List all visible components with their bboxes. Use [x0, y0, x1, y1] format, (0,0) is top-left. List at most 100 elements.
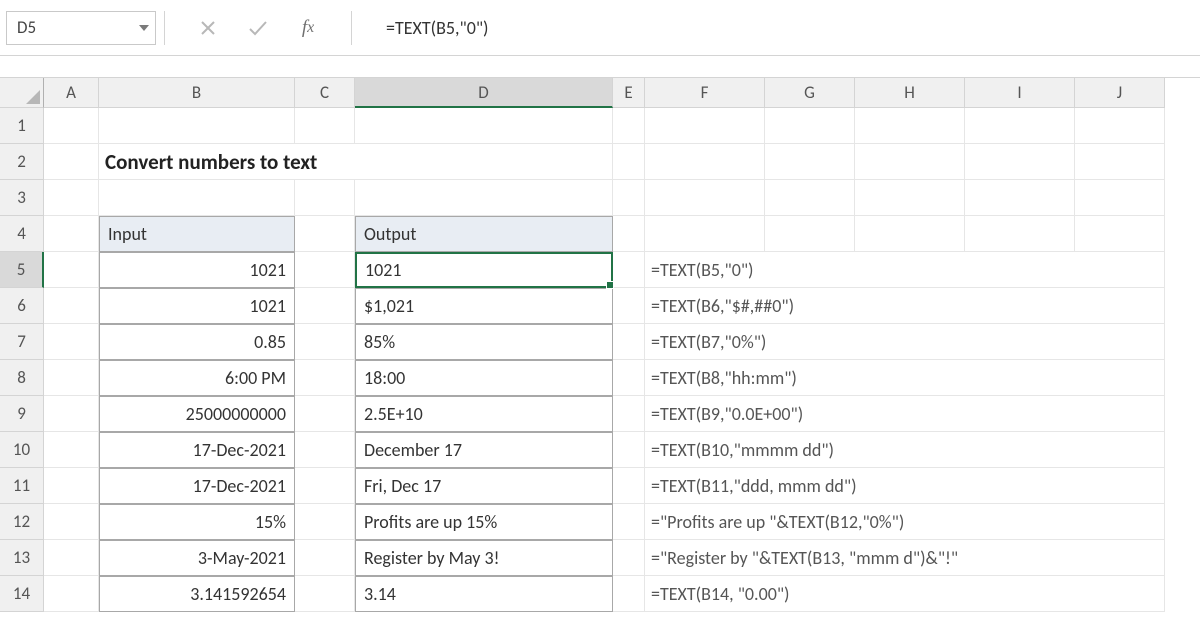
- cell[interactable]: [295, 288, 355, 324]
- cell-input[interactable]: 17-Dec-2021: [99, 468, 295, 504]
- cell[interactable]: [295, 468, 355, 504]
- cell-output[interactable]: Register by May 3!: [355, 540, 613, 576]
- cell[interactable]: [295, 396, 355, 432]
- cell[interactable]: [613, 504, 645, 540]
- cell[interactable]: [645, 108, 765, 144]
- cell[interactable]: [295, 540, 355, 576]
- row-header-2[interactable]: 2: [0, 144, 44, 180]
- cell[interactable]: [295, 324, 355, 360]
- col-header-J[interactable]: J: [1075, 78, 1165, 108]
- cell-output[interactable]: $1,021: [355, 288, 613, 324]
- cell[interactable]: [645, 180, 765, 216]
- row-header-4[interactable]: 4: [0, 216, 44, 252]
- col-header-G[interactable]: G: [765, 78, 855, 108]
- cell[interactable]: [613, 252, 645, 288]
- cell[interactable]: [44, 324, 99, 360]
- cell-input[interactable]: 17-Dec-2021: [99, 432, 295, 468]
- col-header-D[interactable]: D: [355, 78, 613, 108]
- cell[interactable]: [645, 144, 765, 180]
- cell-formula[interactable]: ="Register by "&TEXT(B13, "mmm d")&"!": [645, 540, 1165, 576]
- cell[interactable]: [965, 216, 1075, 252]
- cell-output[interactable]: Fri, Dec 17: [355, 468, 613, 504]
- cell-formula[interactable]: =TEXT(B10,"mmmm dd"): [645, 432, 1165, 468]
- cell-input[interactable]: 1021: [99, 288, 295, 324]
- row-header-9[interactable]: 9: [0, 396, 44, 432]
- cell-output[interactable]: 3.14: [355, 576, 613, 612]
- cell[interactable]: [99, 108, 295, 144]
- col-header-A[interactable]: A: [44, 78, 99, 108]
- row-header-5[interactable]: 5: [0, 252, 44, 288]
- formula-input[interactable]: =TEXT(B5,"0"): [360, 17, 1194, 39]
- cell-output[interactable]: Profits are up 15%: [355, 504, 613, 540]
- cell[interactable]: [295, 360, 355, 396]
- cell[interactable]: [295, 576, 355, 612]
- col-header-B[interactable]: B: [99, 78, 295, 108]
- cell[interactable]: [765, 180, 855, 216]
- cell[interactable]: [99, 180, 295, 216]
- table-header-output[interactable]: Output: [355, 216, 613, 252]
- cell[interactable]: [965, 180, 1075, 216]
- cell[interactable]: [44, 144, 99, 180]
- row-header-11[interactable]: 11: [0, 468, 44, 504]
- cell[interactable]: [965, 108, 1075, 144]
- cell[interactable]: [355, 180, 613, 216]
- cell[interactable]: [295, 216, 355, 252]
- cell[interactable]: [855, 180, 965, 216]
- col-header-H[interactable]: H: [855, 78, 965, 108]
- cell-output[interactable]: 85%: [355, 324, 613, 360]
- cell-output[interactable]: December 17: [355, 432, 613, 468]
- cell[interactable]: [613, 180, 645, 216]
- cell[interactable]: [295, 108, 355, 144]
- select-all-corner[interactable]: [0, 78, 44, 108]
- cell-formula[interactable]: =TEXT(B6,"$#,##0"): [645, 288, 1165, 324]
- cell-input[interactable]: 3-May-2021: [99, 540, 295, 576]
- cell[interactable]: [1075, 144, 1165, 180]
- row-header-3[interactable]: 3: [0, 180, 44, 216]
- cell[interactable]: [613, 576, 645, 612]
- row-header-8[interactable]: 8: [0, 360, 44, 396]
- cell[interactable]: [765, 216, 855, 252]
- cell-formula[interactable]: =TEXT(B9,"0.0E+00"): [645, 396, 1165, 432]
- cell[interactable]: [645, 216, 765, 252]
- cell[interactable]: [44, 108, 99, 144]
- cell[interactable]: [613, 360, 645, 396]
- cell[interactable]: [613, 432, 645, 468]
- page-title[interactable]: Convert numbers to text: [99, 144, 613, 180]
- cell[interactable]: [855, 144, 965, 180]
- cell[interactable]: [613, 288, 645, 324]
- fx-icon[interactable]: fx: [297, 17, 319, 39]
- cell[interactable]: [613, 108, 645, 144]
- cell-input[interactable]: 1021: [99, 252, 295, 288]
- row-header-14[interactable]: 14: [0, 576, 44, 612]
- cell-input[interactable]: 3.141592654: [99, 576, 295, 612]
- cell[interactable]: [1075, 216, 1165, 252]
- cell[interactable]: [355, 108, 613, 144]
- cell-formula[interactable]: =TEXT(B14, "0.00"): [645, 576, 1165, 612]
- cell-output[interactable]: 2.5E+10: [355, 396, 613, 432]
- cell[interactable]: [613, 324, 645, 360]
- cell[interactable]: [295, 432, 355, 468]
- col-header-E[interactable]: E: [613, 78, 645, 108]
- cell-formula[interactable]: =TEXT(B11,"ddd, mmm dd"): [645, 468, 1165, 504]
- cell[interactable]: [44, 540, 99, 576]
- cancel-icon[interactable]: [197, 17, 219, 39]
- cell-input[interactable]: 0.85: [99, 324, 295, 360]
- cell[interactable]: [44, 360, 99, 396]
- cell-input[interactable]: 15%: [99, 504, 295, 540]
- cell[interactable]: [765, 144, 855, 180]
- cell[interactable]: [613, 540, 645, 576]
- enter-icon[interactable]: [247, 17, 269, 39]
- cell[interactable]: [44, 288, 99, 324]
- cell-formula[interactable]: =TEXT(B8,"hh:mm"): [645, 360, 1165, 396]
- cell[interactable]: [44, 396, 99, 432]
- cell-selected[interactable]: 1021: [355, 252, 613, 288]
- cell[interactable]: [855, 216, 965, 252]
- cell-formula[interactable]: ="Profits are up "&TEXT(B12,"0%"): [645, 504, 1165, 540]
- cell[interactable]: [613, 396, 645, 432]
- row-header-1[interactable]: 1: [0, 108, 44, 144]
- row-header-6[interactable]: 6: [0, 288, 44, 324]
- name-box[interactable]: D5: [6, 11, 156, 45]
- cell[interactable]: [295, 180, 355, 216]
- cell[interactable]: [295, 504, 355, 540]
- cell-input[interactable]: 6:00 PM: [99, 360, 295, 396]
